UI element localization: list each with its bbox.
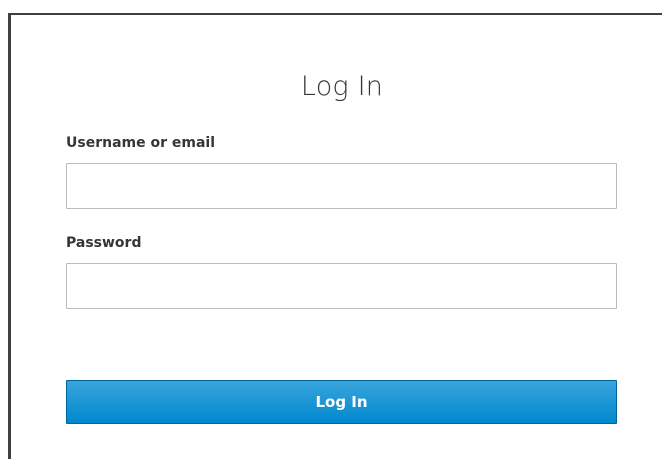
username-label: Username or email [66, 135, 215, 151]
login-button[interactable]: Log In [66, 380, 617, 424]
password-input[interactable] [66, 263, 617, 309]
password-label: Password [66, 235, 142, 251]
login-panel: Log In Username or email Password Log In [8, 13, 662, 459]
username-input[interactable] [66, 163, 617, 209]
page-title: Log In [300, 71, 384, 102]
